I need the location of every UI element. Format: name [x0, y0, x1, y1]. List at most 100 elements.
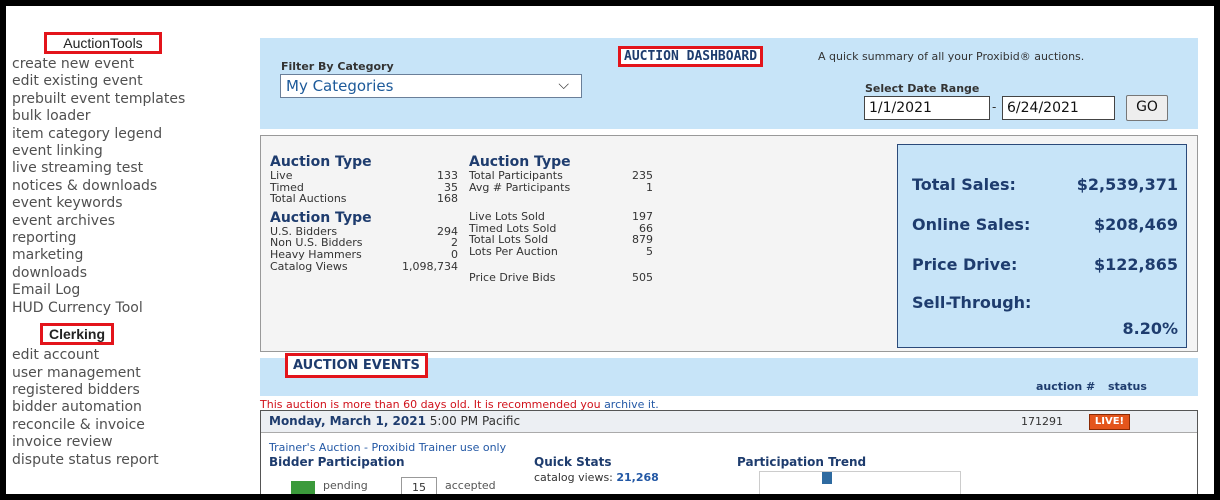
participation-trend-chart	[759, 471, 961, 494]
stat-rows: U.S. Bidders 294 Non U.S. Bidders 2 Heavy Ha…	[270, 225, 458, 273]
stat-value: 133	[437, 169, 458, 182]
sidebar: AuctionTools create new event edit existi…	[12, 32, 242, 469]
auction-tools-link[interactable]: live streaming test	[12, 160, 242, 177]
page-frame: AuctionTools create new event edit existi…	[6, 6, 1214, 494]
pending-badge	[291, 481, 315, 494]
category-select[interactable]: My Categories ⌵	[280, 74, 582, 98]
event-time: 5:00 PM Pacific	[429, 414, 521, 428]
clerking-link[interactable]: bidder automation	[12, 399, 242, 416]
auction-events-bar: AUCTION EVENTS auction # status	[260, 353, 1198, 396]
stat-value: 235	[632, 169, 653, 182]
filter-bar: Filter By Category My Categories ⌵ AUCTI…	[260, 38, 1198, 129]
auction-tools-link[interactable]: HUD Currency Tool	[12, 300, 242, 317]
auction-tools-link[interactable]: event keywords	[12, 195, 242, 212]
stat-label: Catalog Views	[270, 259, 348, 273]
auction-tools-link[interactable]: edit existing event	[12, 73, 242, 90]
auction-tools-link[interactable]: downloads	[12, 265, 242, 282]
date-to-input[interactable]: 6/24/2021	[1002, 96, 1115, 120]
auction-tools-link[interactable]: create new event	[12, 56, 242, 73]
stat-rows: Live 133 Timed 35 Total Auctions 168	[270, 170, 458, 205]
stat-heading: Auction Type	[469, 154, 571, 170]
dashboard-main: Filter By Category My Categories ⌵ AUCTI…	[260, 38, 1198, 494]
stat-rows: Live Lots Sold 197 Timed Lots Sold 66 Total …	[469, 211, 653, 257]
auction-tools-heading: AuctionTools	[44, 32, 162, 54]
stat-value: 1	[646, 180, 653, 194]
date-range-label: Select Date Range	[865, 82, 980, 95]
stat-heading: Auction Type	[270, 154, 372, 170]
summary-panel: Auction Type Live 133 Timed 35 Total Auction…	[260, 135, 1198, 352]
category-select-value: My Categories	[286, 77, 394, 95]
online-sales-value: $208,469	[1093, 215, 1178, 234]
quick-stats-label: Quick Stats	[534, 455, 612, 469]
catalog-views-value: 21,268	[616, 471, 659, 484]
total-sales-value: $2,539,371	[1076, 175, 1178, 194]
online-sales-row: Online Sales: $208,469	[912, 215, 1178, 234]
stat-heading: Auction Type	[270, 209, 372, 226]
participation-column: Auction Type Total Participants 235 Avg # …	[469, 154, 653, 283]
clerking-link[interactable]: dispute status report	[12, 452, 242, 469]
go-button[interactable]: GO	[1126, 95, 1168, 121]
catalog-views: catalog views: 21,268	[534, 471, 659, 484]
clerking-list: edit account user management registered bi…	[12, 347, 242, 469]
stat-value: 505	[632, 270, 653, 284]
stat-value: 1,098,734	[402, 259, 458, 273]
auction-tools-link[interactable]: marketing	[12, 247, 242, 264]
dashboard-description: A quick summary of all your Proxibid® au…	[818, 50, 1085, 63]
status-column-header: status	[1108, 380, 1147, 393]
clerking-link[interactable]: registered bidders	[12, 382, 242, 399]
clerking-link[interactable]: reconcile & invoice	[12, 417, 242, 434]
filter-category-label: Filter By Category	[281, 60, 394, 73]
auction-tools-link[interactable]: bulk loader	[12, 108, 242, 125]
catalog-views-label: catalog views:	[534, 471, 613, 484]
stat-rows: Total Participants 235 Avg # Participants 1	[469, 170, 653, 193]
auction-tools-link[interactable]: reporting	[12, 230, 242, 247]
stat-value: 5	[646, 244, 653, 258]
accepted-count[interactable]: 15	[401, 477, 437, 494]
stat-row: Catalog Views 1,098,734	[270, 259, 458, 273]
auction-number-column-header: auction #	[1036, 380, 1096, 393]
stat-value: 0	[451, 247, 458, 261]
auction-tools-link[interactable]: event linking	[12, 143, 242, 160]
participation-trend-label: Participation Trend	[737, 455, 867, 469]
sell-through-row: Sell-Through: 8.20%	[912, 293, 1178, 343]
event-header: Monday, March 1, 2021 5:00 PM Pacific 17…	[261, 411, 1197, 433]
price-drive-row: Price Drive: $122,865	[912, 255, 1178, 274]
online-sales-label: Online Sales:	[912, 215, 1031, 234]
clerking-link[interactable]: invoice review	[12, 434, 242, 451]
auction-tools-link[interactable]: notices & downloads	[12, 178, 242, 195]
auction-tools-list: create new event edit existing event prebu…	[12, 56, 242, 317]
stat-label: Lots Per Auction	[469, 244, 558, 258]
stat-value: 168	[437, 192, 458, 206]
sell-through-label: Sell-Through:	[912, 293, 1032, 312]
auction-tools-link[interactable]: item category legend	[12, 126, 242, 143]
sell-through-value: 8.20%	[1122, 319, 1178, 338]
auction-events-title: AUCTION EVENTS	[285, 353, 428, 378]
auction-tools-link[interactable]: prebuilt event templates	[12, 91, 242, 108]
total-sales-label: Total Sales:	[912, 175, 1016, 194]
date-separator: -	[992, 100, 997, 114]
auction-type-column: Auction Type Live 133 Timed 35 Total Auction…	[270, 154, 458, 272]
clerking-heading: Clerking	[40, 323, 114, 346]
chevron-down-icon: ⌵	[558, 77, 569, 93]
stat-row: Avg # Participants 1	[469, 180, 653, 194]
accepted-label: accepted	[445, 479, 496, 492]
stat-label: Price Drive Bids	[469, 270, 556, 284]
pending-label: pending	[323, 479, 368, 492]
price-drive-bids-row: Price Drive Bids 505	[469, 270, 653, 284]
price-drive-label: Price Drive:	[912, 255, 1018, 274]
bidder-participation-label: Bidder Participation	[269, 455, 405, 469]
stat-row: Total Auctions 168	[270, 193, 458, 205]
event-date: Monday, March 1, 2021	[269, 414, 426, 428]
clerking-link[interactable]: user management	[12, 365, 242, 382]
trend-bar	[822, 472, 832, 484]
auction-number[interactable]: 171291	[1021, 415, 1063, 428]
date-from-input[interactable]: 1/1/2021	[864, 96, 990, 120]
event-name[interactable]: Trainer's Auction - Proxibid Trainer use…	[269, 441, 506, 454]
price-drive-value: $122,865	[1093, 255, 1178, 274]
auction-tools-link[interactable]: event archives	[12, 213, 242, 230]
stat-row: Lots Per Auction 5	[469, 246, 653, 258]
auction-tools-link[interactable]: Email Log	[12, 282, 242, 299]
clerking-link[interactable]: edit account	[12, 347, 242, 364]
event-card: Monday, March 1, 2021 5:00 PM Pacific 17…	[260, 410, 1198, 494]
dashboard-title: AUCTION DASHBOARD	[618, 46, 764, 67]
